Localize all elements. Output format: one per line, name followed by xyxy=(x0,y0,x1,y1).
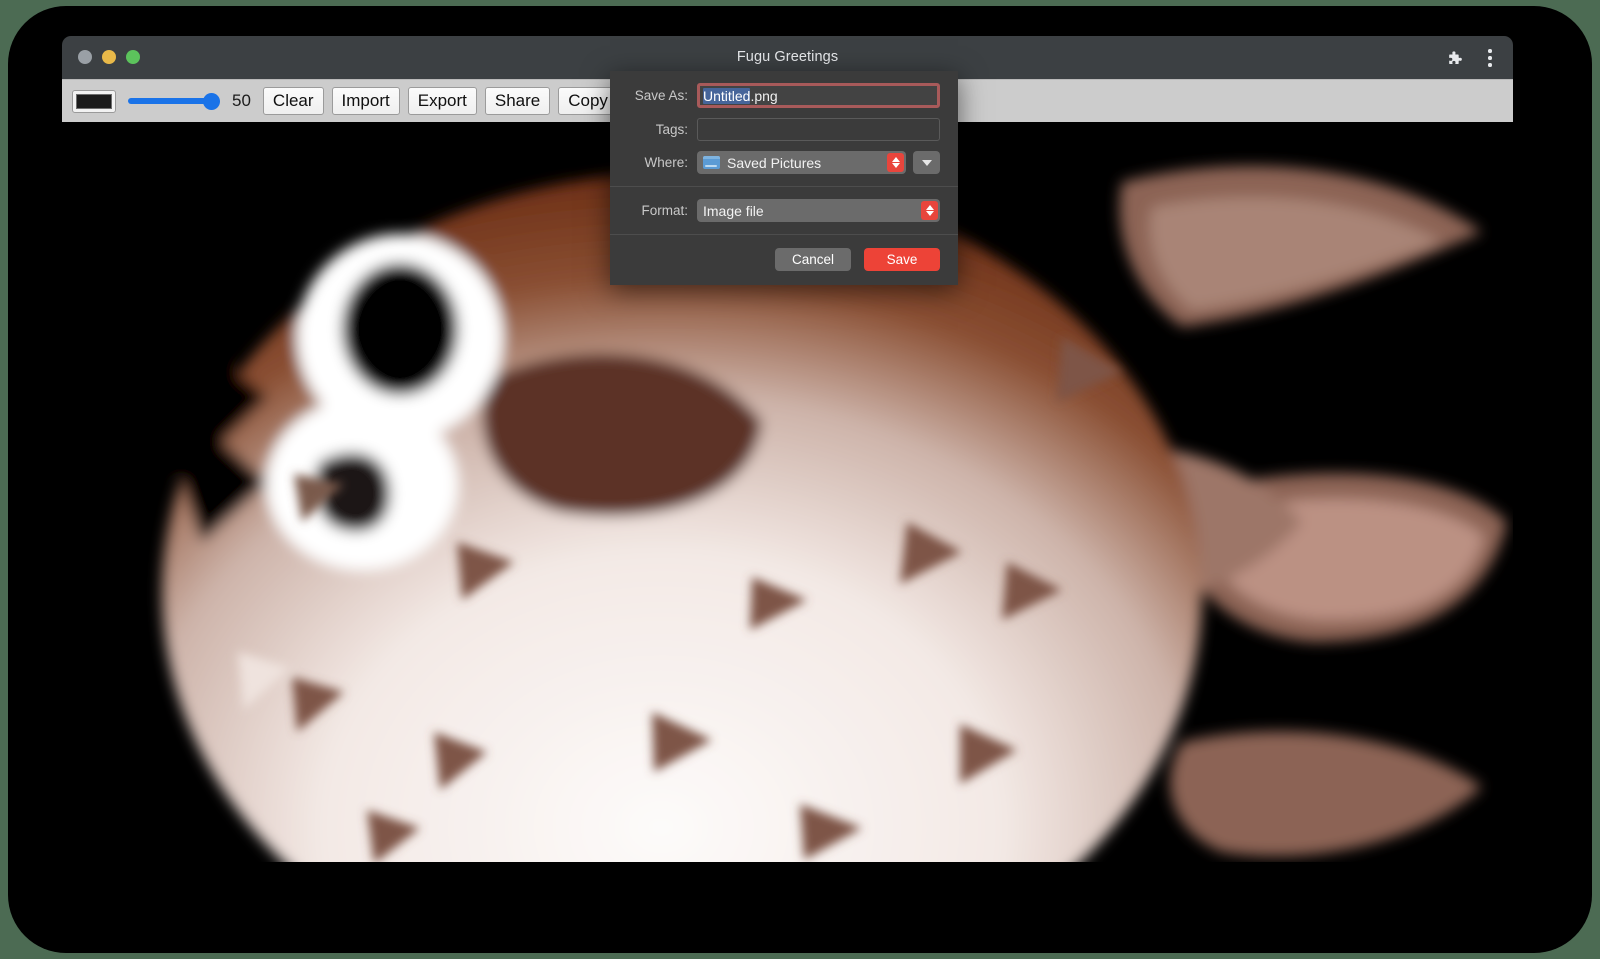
copy-button[interactable]: Copy xyxy=(558,87,618,116)
tags-label: Tags: xyxy=(628,122,697,137)
chevron-down-icon xyxy=(892,163,900,168)
chevron-up-icon xyxy=(892,157,900,162)
color-picker-input[interactable] xyxy=(72,90,116,113)
save-as-row: Save As: Untitled.png xyxy=(628,83,940,108)
filename-input[interactable]: Untitled.png xyxy=(697,83,940,108)
expand-browser-button[interactable] xyxy=(913,151,940,174)
window-title: Fugu Greetings xyxy=(62,49,1513,65)
folder-icon xyxy=(703,156,720,169)
format-stepper-icon[interactable] xyxy=(921,201,938,220)
titlebar-actions xyxy=(1446,46,1499,70)
filename-selected-text: Untitled xyxy=(703,88,750,104)
clear-button[interactable]: Clear xyxy=(263,87,324,116)
tags-input[interactable] xyxy=(697,118,940,141)
dialog-format-section: Format: Image file xyxy=(610,187,958,234)
chevron-down-icon xyxy=(922,160,932,166)
filename-extension-text: .png xyxy=(750,88,777,104)
save-as-label: Save As: xyxy=(628,88,697,103)
color-swatch-fill xyxy=(76,94,112,109)
line-width-slider[interactable] xyxy=(128,90,218,112)
dialog-fields-section: Save As: Untitled.png Tags: Where: Saved… xyxy=(610,71,958,186)
screen: Fugu Greetings 50 C xyxy=(0,0,1600,959)
where-label: Where: xyxy=(628,155,697,170)
format-value: Image file xyxy=(703,203,764,219)
tags-row: Tags: xyxy=(628,118,940,141)
puzzle-piece-icon[interactable] xyxy=(1446,49,1465,68)
chevron-up-icon xyxy=(926,205,934,210)
share-button[interactable]: Share xyxy=(485,87,550,116)
dialog-save-button[interactable]: Save xyxy=(864,248,940,271)
where-select[interactable]: Saved Pictures xyxy=(697,151,906,174)
save-file-dialog: Save As: Untitled.png Tags: Where: Saved… xyxy=(610,71,958,285)
where-value: Saved Pictures xyxy=(727,155,821,171)
slider-thumb[interactable] xyxy=(203,93,220,110)
dialog-cancel-button[interactable]: Cancel xyxy=(775,248,851,271)
where-stepper-icon[interactable] xyxy=(887,153,904,172)
export-button[interactable]: Export xyxy=(408,87,477,116)
format-label: Format: xyxy=(628,203,697,218)
where-row: Where: Saved Pictures xyxy=(628,151,940,174)
import-button[interactable]: Import xyxy=(332,87,400,116)
slider-value-label: 50 xyxy=(232,91,251,111)
chevron-down-icon xyxy=(926,211,934,216)
kebab-menu-icon[interactable] xyxy=(1481,46,1499,70)
dialog-actions: Cancel Save xyxy=(610,235,958,285)
format-select[interactable]: Image file xyxy=(697,199,940,222)
format-row: Format: Image file xyxy=(628,199,940,222)
